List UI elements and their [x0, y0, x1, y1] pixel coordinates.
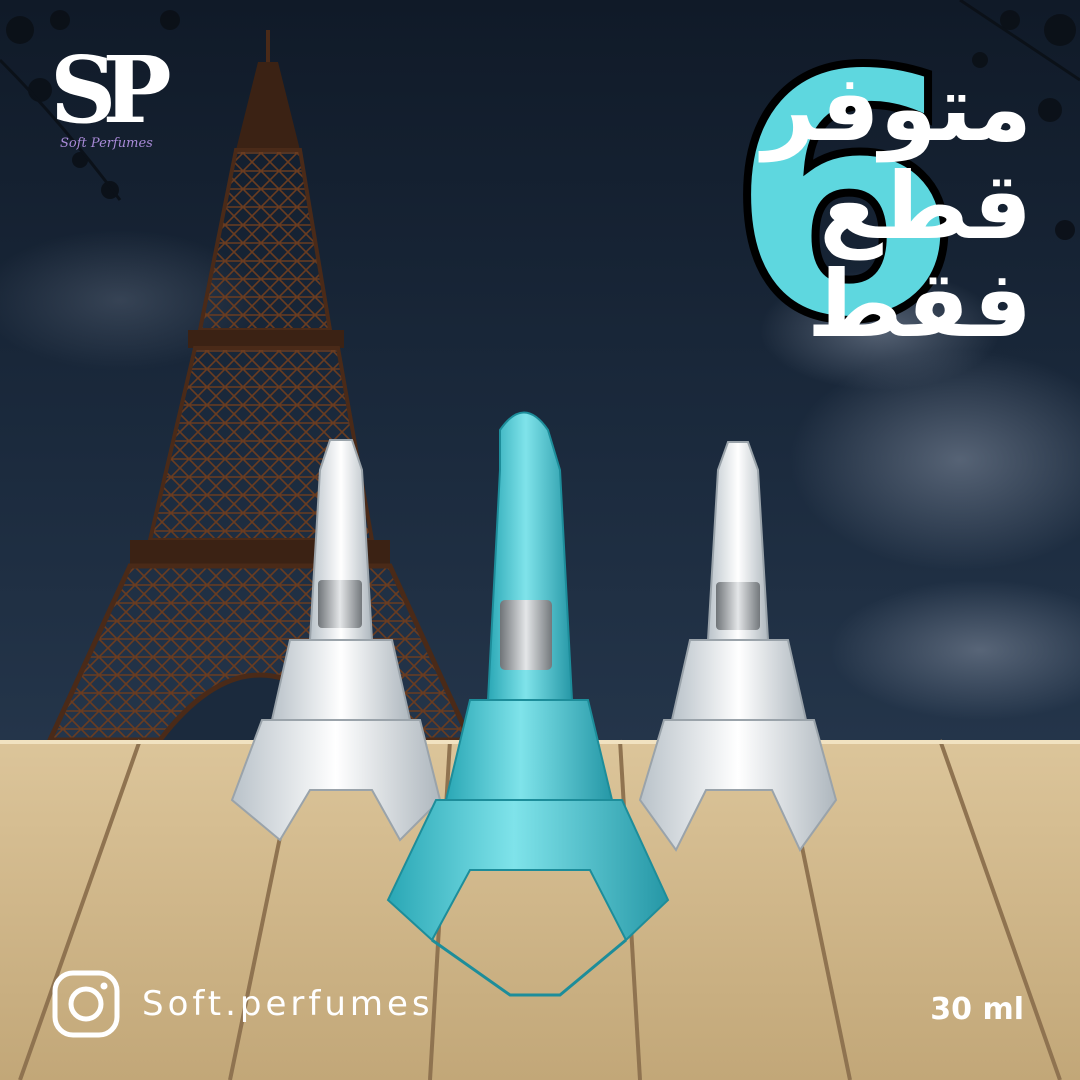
logo-letters: SP: [50, 36, 172, 144]
headline-arabic: متوفر قطع فقط: [512, 60, 1032, 354]
logo-script-text: Soft Perfumes: [60, 136, 153, 151]
headline-line-2: قطع: [819, 153, 1032, 260]
instagram-icon[interactable]: [52, 970, 120, 1038]
instagram-handle-text[interactable]: Soft.perfumes: [142, 984, 434, 1024]
instagram-handle-group[interactable]: Soft.perfumes: [52, 970, 434, 1038]
headline-line-1: متوفر: [762, 55, 1032, 162]
brand-logo: SP Soft Perfumes: [50, 40, 190, 190]
headline-line-3: فقط: [807, 251, 1032, 358]
volume-label: 30 ml: [930, 992, 1024, 1027]
